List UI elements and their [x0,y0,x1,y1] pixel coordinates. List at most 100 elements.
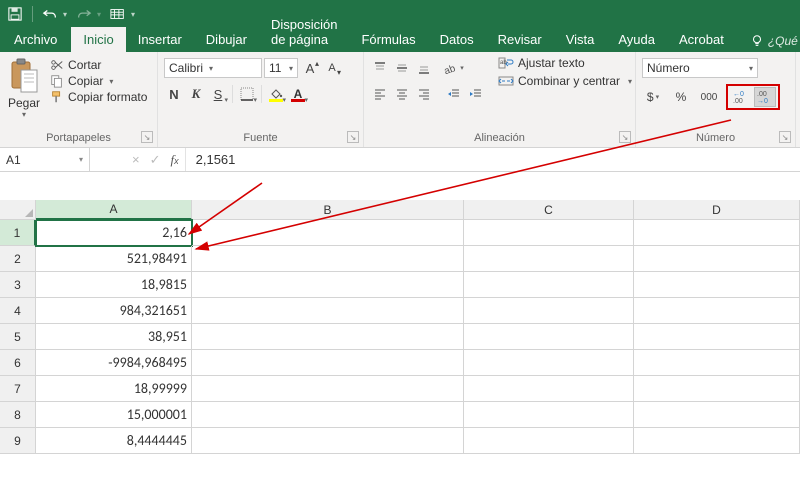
insert-function-icon[interactable]: fx [171,152,179,168]
font-name-combo[interactable]: Calibri ▾ [164,58,262,78]
align-left-icon[interactable] [370,84,390,104]
align-bottom-icon[interactable] [414,58,434,78]
underline-button[interactable]: S [208,84,228,104]
fill-color-button[interactable] [266,84,286,104]
cell[interactable] [192,246,464,272]
row-header[interactable]: 1 [0,220,36,246]
tell-me-search[interactable]: ¿Qué [742,30,800,52]
borders-button[interactable] [237,84,257,104]
cell[interactable] [464,350,634,376]
cell[interactable] [464,298,634,324]
cell[interactable] [634,350,800,376]
bold-button[interactable]: N [164,84,184,104]
wrap-text-button[interactable]: ab Ajustar texto [498,56,632,70]
cell[interactable] [192,350,464,376]
redo-dropdown-icon[interactable]: ▾ [97,10,101,19]
cell[interactable]: 38,951 [36,324,192,350]
tab-page-layout[interactable]: Disposición de página [259,12,349,52]
undo-icon[interactable] [41,5,59,23]
cell[interactable]: -9984,968495 [36,350,192,376]
cell[interactable] [634,428,800,454]
enter-formula-icon[interactable]: ✓ [150,152,161,168]
comma-format-button[interactable]: 000 [698,87,720,107]
cancel-formula-icon[interactable]: × [132,152,140,167]
number-format-combo[interactable]: Número ▾ [642,58,758,78]
clipboard-launcher-icon[interactable]: ↘ [141,131,153,143]
align-middle-icon[interactable] [392,58,412,78]
font-color-button[interactable]: A [288,84,308,104]
col-header-a[interactable]: A [36,200,192,220]
cell[interactable]: 521,98491 [36,246,192,272]
col-header-b[interactable]: B [192,200,464,220]
redo-icon[interactable] [75,5,93,23]
cell[interactable] [634,272,800,298]
tab-home[interactable]: Inicio [71,27,125,52]
decrease-indent-icon[interactable] [444,84,464,104]
italic-button[interactable]: K [186,84,206,104]
col-header-c[interactable]: C [464,200,634,220]
decrease-font-icon[interactable]: A▾ [322,58,342,78]
font-launcher-icon[interactable]: ↘ [347,131,359,143]
cell[interactable] [464,402,634,428]
cell[interactable]: 15,000001 [36,402,192,428]
alignment-launcher-icon[interactable]: ↘ [619,131,631,143]
row-header[interactable]: 9 [0,428,36,454]
merge-center-button[interactable]: Combinar y centrar ▾ [498,74,632,88]
copy-button[interactable]: Copiar ▾ [50,74,147,88]
cell[interactable]: 8,4444445 [36,428,192,454]
cell[interactable] [634,246,800,272]
cell[interactable] [192,376,464,402]
format-painter-button[interactable]: Copiar formato [50,90,147,104]
align-top-icon[interactable] [370,58,390,78]
tab-help[interactable]: Ayuda [606,27,667,52]
cell[interactable] [464,324,634,350]
cell[interactable] [464,220,634,246]
cell[interactable] [464,272,634,298]
col-header-d[interactable]: D [634,200,800,220]
select-all-corner[interactable] [0,200,36,220]
cell[interactable]: 984,321651 [36,298,192,324]
row-header[interactable]: 8 [0,402,36,428]
tab-draw[interactable]: Dibujar [194,27,259,52]
cell-a1[interactable]: 2,16 [36,220,192,246]
formula-input[interactable]: 2,1561 [186,148,800,171]
row-header[interactable]: 7 [0,376,36,402]
tab-view[interactable]: Vista [554,27,607,52]
touch-mode-icon[interactable] [109,5,127,23]
cell[interactable] [634,402,800,428]
align-right-icon[interactable] [414,84,434,104]
cut-button[interactable]: Cortar [50,58,147,72]
cell[interactable] [192,272,464,298]
cell[interactable] [634,324,800,350]
paste-button[interactable]: Pegar ▾ [6,56,44,119]
decrease-decimal-button[interactable]: .00→0 [754,87,776,107]
row-header[interactable]: 2 [0,246,36,272]
cell[interactable] [192,220,464,246]
percent-format-button[interactable]: % [670,87,692,107]
row-header[interactable]: 6 [0,350,36,376]
cell[interactable]: 18,9815 [36,272,192,298]
row-header[interactable]: 5 [0,324,36,350]
increase-indent-icon[interactable] [466,84,486,104]
tab-acrobat[interactable]: Acrobat [667,27,736,52]
tab-formulas[interactable]: Fórmulas [349,27,427,52]
name-box[interactable]: A1 ▾ [0,148,90,171]
align-center-icon[interactable] [392,84,412,104]
save-icon[interactable] [6,5,24,23]
accounting-format-button[interactable]: $▾ [642,87,664,107]
cell[interactable] [192,324,464,350]
qat-customize-icon[interactable]: ▾ [131,10,135,19]
row-header[interactable]: 4 [0,298,36,324]
cell[interactable] [634,298,800,324]
increase-decimal-button[interactable]: ←0.00 [730,87,752,107]
tab-file[interactable]: Archivo [0,27,71,52]
cell[interactable]: 18,99999 [36,376,192,402]
copy-dropdown-icon[interactable]: ▾ [109,77,113,86]
font-size-combo[interactable]: 11 ▾ [264,58,298,78]
undo-dropdown-icon[interactable]: ▾ [63,10,67,19]
orientation-button[interactable]: ab▾ [444,58,464,78]
merge-dropdown-icon[interactable]: ▾ [628,77,632,86]
row-header[interactable]: 3 [0,272,36,298]
cell[interactable] [464,246,634,272]
cell[interactable] [634,220,800,246]
